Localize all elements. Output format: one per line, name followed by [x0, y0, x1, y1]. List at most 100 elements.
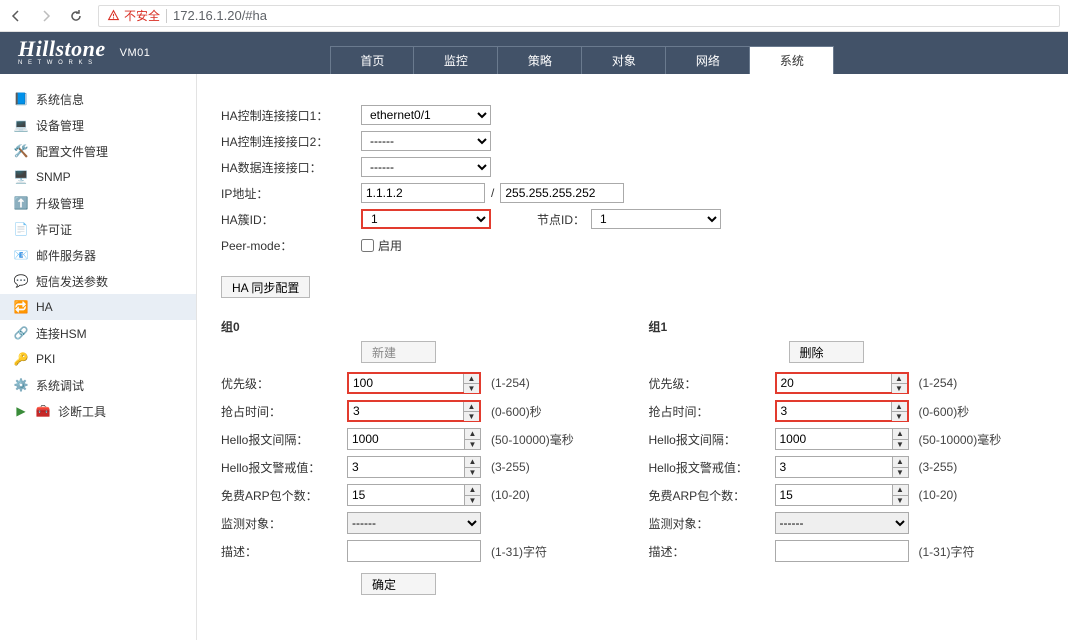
ha-sync-button[interactable]: HA 同步配置 — [221, 276, 310, 298]
step-up-icon[interactable]: ▲ — [465, 485, 480, 495]
pki-icon: 🔑 — [14, 352, 28, 366]
upgrade-icon: ⬆️ — [14, 196, 28, 210]
g0-arp-label: 免费ARP包个数： — [221, 487, 347, 504]
g1-desc-input[interactable] — [775, 540, 909, 562]
group0-new-button[interactable]: 新建 — [361, 341, 436, 363]
g0-arp-input[interactable]: ▲▼ — [347, 484, 481, 506]
ip-input[interactable] — [361, 183, 485, 203]
sidebar-item-sysinfo[interactable]: 📘系统信息 — [0, 86, 196, 112]
node-select[interactable]: 1 — [591, 209, 721, 229]
group0: 组0 新建 优先级： ▲▼ (1-254) 抢占时间： ▲▼ (0-600)秒 … — [221, 308, 617, 565]
group0-title: 组0 — [221, 318, 617, 335]
logo: Hillstone N E T W O R K S VM01 — [18, 36, 150, 74]
g1-hellothr-hint: (3-255) — [919, 460, 958, 474]
g0-desc-label: 描述： — [221, 543, 347, 560]
sidebar-item-ha[interactable]: 🔁HA — [0, 294, 196, 320]
sidebar-item-pki[interactable]: 🔑PKI — [0, 346, 196, 372]
step-down-icon[interactable]: ▼ — [893, 467, 908, 478]
ha-data-label: HA数据连接接口： — [221, 159, 361, 176]
main-panel: HA控制连接接口1： ethernet0/1 HA控制连接接口2： ------… — [197, 74, 1068, 640]
device-icon: 💻 — [14, 118, 28, 132]
tab-network[interactable]: 网络 — [666, 46, 750, 74]
step-down-icon[interactable]: ▼ — [465, 439, 480, 450]
tab-object[interactable]: 对象 — [582, 46, 666, 74]
g1-helloint-input[interactable]: ▲▼ — [775, 428, 909, 450]
g0-helloint-input[interactable]: ▲▼ — [347, 428, 481, 450]
sidebar-item-config[interactable]: 🛠️配置文件管理 — [0, 138, 196, 164]
g0-hellothr-label: Hello报文警戒值： — [221, 459, 347, 476]
sidebar-item-sms[interactable]: 💬短信发送参数 — [0, 268, 196, 294]
step-down-icon[interactable]: ▼ — [465, 467, 480, 478]
step-up-icon[interactable]: ▲ — [464, 374, 479, 383]
brand-name: Hillstone — [18, 36, 106, 62]
cluster-select[interactable]: 1 — [361, 209, 491, 229]
ip-label: IP地址： — [221, 185, 361, 202]
reload-icon[interactable] — [68, 8, 84, 24]
forward-icon[interactable] — [38, 8, 54, 24]
step-down-icon[interactable]: ▼ — [893, 439, 908, 450]
group1-delete-button[interactable]: 删除 — [789, 341, 864, 363]
g0-priority-label: 优先级： — [221, 375, 347, 392]
tab-home[interactable]: 首页 — [330, 46, 414, 74]
sidebar-item-license[interactable]: 📄许可证 — [0, 216, 196, 242]
app-header: Hillstone N E T W O R K S VM01 首页 监控 策略 … — [0, 32, 1068, 74]
peer-checkbox[interactable] — [361, 239, 374, 252]
ha-data-select[interactable]: ------ — [361, 157, 491, 177]
debug-icon: ⚙️ — [14, 378, 28, 392]
g1-preempt-label: 抢占时间： — [649, 403, 775, 420]
license-icon: 📄 — [14, 222, 28, 236]
mail-icon: 📧 — [14, 248, 28, 262]
step-down-icon[interactable]: ▼ — [465, 495, 480, 506]
sysinfo-icon: 📘 — [14, 92, 28, 106]
g1-desc-hint: (1-31)字符 — [919, 543, 975, 560]
url-text: 172.16.1.20/#ha — [173, 8, 267, 23]
ha-icon: 🔁 — [14, 300, 28, 314]
step-down-icon[interactable]: ▼ — [893, 495, 908, 506]
g1-priority-input[interactable]: ▲▼ — [775, 372, 909, 394]
g0-hellothr-hint: (3-255) — [491, 460, 530, 474]
g0-hellothr-input[interactable]: ▲▼ — [347, 456, 481, 478]
sidebar-item-upgrade[interactable]: ⬆️升级管理 — [0, 190, 196, 216]
g1-mon-select[interactable]: ------ — [775, 512, 909, 534]
sidebar-item-device[interactable]: 💻设备管理 — [0, 112, 196, 138]
step-up-icon[interactable]: ▲ — [892, 374, 907, 383]
insecure-label: 不安全 — [124, 7, 160, 24]
sidebar-item-snmp[interactable]: 🖥️SNMP — [0, 164, 196, 190]
step-up-icon[interactable]: ▲ — [893, 429, 908, 439]
mask-input[interactable] — [500, 183, 624, 203]
hsm-icon: 🔗 — [14, 326, 28, 340]
sidebar-item-mail[interactable]: 📧邮件服务器 — [0, 242, 196, 268]
step-up-icon[interactable]: ▲ — [892, 402, 907, 411]
step-up-icon[interactable]: ▲ — [465, 429, 480, 439]
step-down-icon[interactable]: ▼ — [464, 411, 479, 421]
step-up-icon[interactable]: ▲ — [893, 457, 908, 467]
tab-monitor[interactable]: 监控 — [414, 46, 498, 74]
tab-system[interactable]: 系统 — [750, 46, 834, 74]
g0-helloint-label: Hello报文间隔： — [221, 431, 347, 448]
sidebar-item-debug[interactable]: ⚙️系统调试 — [0, 372, 196, 398]
g1-preempt-input[interactable]: ▲▼ — [775, 400, 909, 422]
g0-preempt-input[interactable]: ▲▼ — [347, 400, 481, 422]
sidebar-item-diag[interactable]: ▶🧰诊断工具 — [0, 398, 196, 424]
step-up-icon[interactable]: ▲ — [464, 402, 479, 411]
g0-mon-label: 监测对象： — [221, 515, 347, 532]
ha-ctrl1-label: HA控制连接接口1： — [221, 107, 361, 124]
step-up-icon[interactable]: ▲ — [893, 485, 908, 495]
g0-mon-select[interactable]: ------ — [347, 512, 481, 534]
g0-desc-input[interactable] — [347, 540, 481, 562]
step-down-icon[interactable]: ▼ — [464, 383, 479, 393]
sms-icon: 💬 — [14, 274, 28, 288]
step-down-icon[interactable]: ▼ — [892, 383, 907, 393]
sidebar-item-hsm[interactable]: 🔗连接HSM — [0, 320, 196, 346]
g1-arp-input[interactable]: ▲▼ — [775, 484, 909, 506]
url-bar[interactable]: 不安全 172.16.1.20/#ha — [98, 5, 1060, 27]
g1-hellothr-input[interactable]: ▲▼ — [775, 456, 909, 478]
ha-ctrl2-select[interactable]: ------ — [361, 131, 491, 151]
g0-priority-input[interactable]: ▲▼ — [347, 372, 481, 394]
tab-policy[interactable]: 策略 — [498, 46, 582, 74]
back-icon[interactable] — [8, 8, 24, 24]
confirm-button[interactable]: 确定 — [361, 573, 436, 595]
step-down-icon[interactable]: ▼ — [892, 411, 907, 421]
ha-ctrl1-select[interactable]: ethernet0/1 — [361, 105, 491, 125]
step-up-icon[interactable]: ▲ — [465, 457, 480, 467]
